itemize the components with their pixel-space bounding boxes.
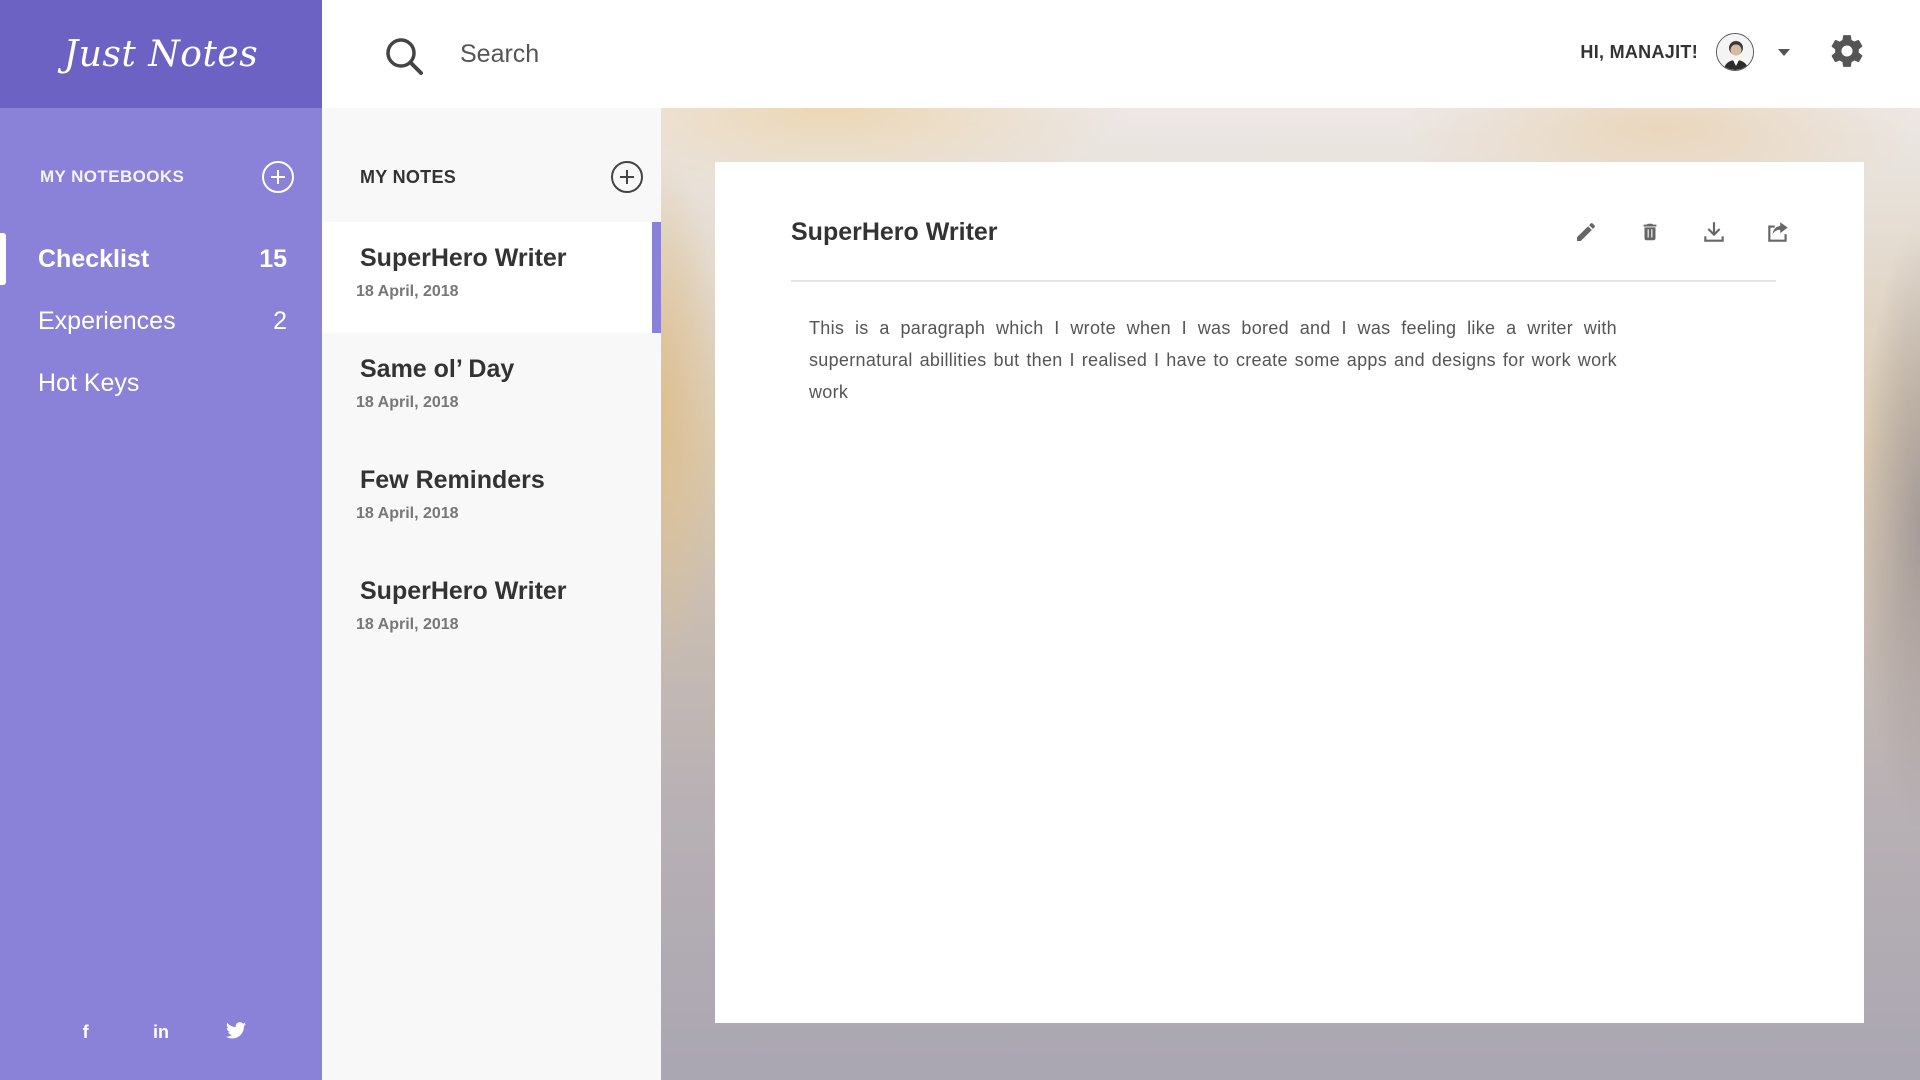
download-button[interactable] xyxy=(1700,218,1728,246)
delete-button[interactable] xyxy=(1636,218,1664,246)
notes-header: MY NOTES xyxy=(360,160,643,194)
sidebar-item-label: Checklist xyxy=(38,244,150,273)
notebook-list: Checklist 15 Experiences 2 Hot Keys xyxy=(0,228,322,414)
note-card: SuperHero Writer This is a paragraph whi… xyxy=(715,162,1864,1023)
twitter-icon[interactable] xyxy=(221,1022,251,1044)
circle-plus-icon xyxy=(271,170,285,184)
search-icon[interactable] xyxy=(384,36,424,76)
chevron-down-icon[interactable] xyxy=(1778,48,1790,56)
linkedin-icon[interactable]: in xyxy=(146,1022,176,1044)
list-item[interactable]: SuperHero Writer 18 April, 2018 xyxy=(322,555,661,666)
note-body[interactable]: This is a paragraph which I wrote when I… xyxy=(809,312,1617,408)
search-input[interactable] xyxy=(460,34,960,74)
facebook-icon[interactable]: f xyxy=(71,1022,101,1044)
sidebar-item-checklist[interactable]: Checklist 15 xyxy=(0,228,322,290)
note-title: Same ol’ Day xyxy=(360,355,515,383)
social-links: f in xyxy=(0,1022,322,1044)
note-title: Few Reminders xyxy=(360,466,545,494)
share-icon xyxy=(1768,222,1788,242)
sidebar-item-label: Experiences xyxy=(38,306,176,335)
note-date: 18 April, 2018 xyxy=(356,283,459,300)
notebooks-title: MY NOTEBOOKS xyxy=(40,167,185,186)
list-item[interactable]: Few Reminders 18 April, 2018 xyxy=(322,444,661,555)
logo-bar: Just Notes xyxy=(0,0,322,108)
user-greeting: HI, MANAJIT! xyxy=(1580,41,1698,62)
notes-panel: MY NOTES SuperHero Writer 18 April, 2018… xyxy=(322,108,661,1080)
edit-button[interactable] xyxy=(1572,218,1600,246)
notebooks-header: MY NOTEBOOKS xyxy=(40,160,294,194)
avatar[interactable] xyxy=(1716,33,1754,71)
note-date: 18 April, 2018 xyxy=(356,394,459,411)
top-bar: HI, MANAJIT! xyxy=(322,0,1920,108)
sidebar-item-count: 2 xyxy=(273,306,287,335)
share-button[interactable] xyxy=(1764,218,1792,246)
app-logo[interactable]: Just Notes xyxy=(64,34,258,75)
user-menu[interactable]: HI, MANAJIT! xyxy=(1580,30,1790,74)
note-header: SuperHero Writer xyxy=(791,210,1788,254)
note-date: 18 April, 2018 xyxy=(356,505,459,522)
gear-icon[interactable] xyxy=(1828,32,1866,70)
sidebar-item-experiences[interactable]: Experiences 2 xyxy=(0,290,322,352)
sidebar-item-count: 15 xyxy=(259,244,287,273)
note-viewer-area: SuperHero Writer This is a paragraph whi… xyxy=(661,108,1920,1080)
note-title: SuperHero Writer xyxy=(360,577,567,605)
note-list: SuperHero Writer 18 April, 2018 Same ol’… xyxy=(322,222,661,666)
list-item[interactable]: Same ol’ Day 18 April, 2018 xyxy=(322,333,661,444)
divider xyxy=(791,280,1776,282)
sidebar-item-label: Hot Keys xyxy=(38,368,140,397)
sidebar-item-hot-keys[interactable]: Hot Keys xyxy=(0,352,322,414)
download-icon xyxy=(1704,222,1724,242)
note-date: 18 April, 2018 xyxy=(356,616,459,633)
circle-plus-icon xyxy=(620,170,634,184)
trash-icon xyxy=(1643,223,1657,241)
list-item[interactable]: SuperHero Writer 18 April, 2018 xyxy=(322,222,661,333)
sidebar: Just Notes MY NOTEBOOKS Checklist 15 Exp… xyxy=(0,0,322,1080)
pencil-icon xyxy=(1577,222,1596,241)
notes-title: MY NOTES xyxy=(360,166,457,187)
note-title: SuperHero Writer xyxy=(360,244,567,272)
add-notebook-button[interactable] xyxy=(262,161,294,193)
note-actions xyxy=(1572,218,1792,246)
note-view-title: SuperHero Writer xyxy=(791,217,998,246)
add-note-button[interactable] xyxy=(611,161,643,193)
